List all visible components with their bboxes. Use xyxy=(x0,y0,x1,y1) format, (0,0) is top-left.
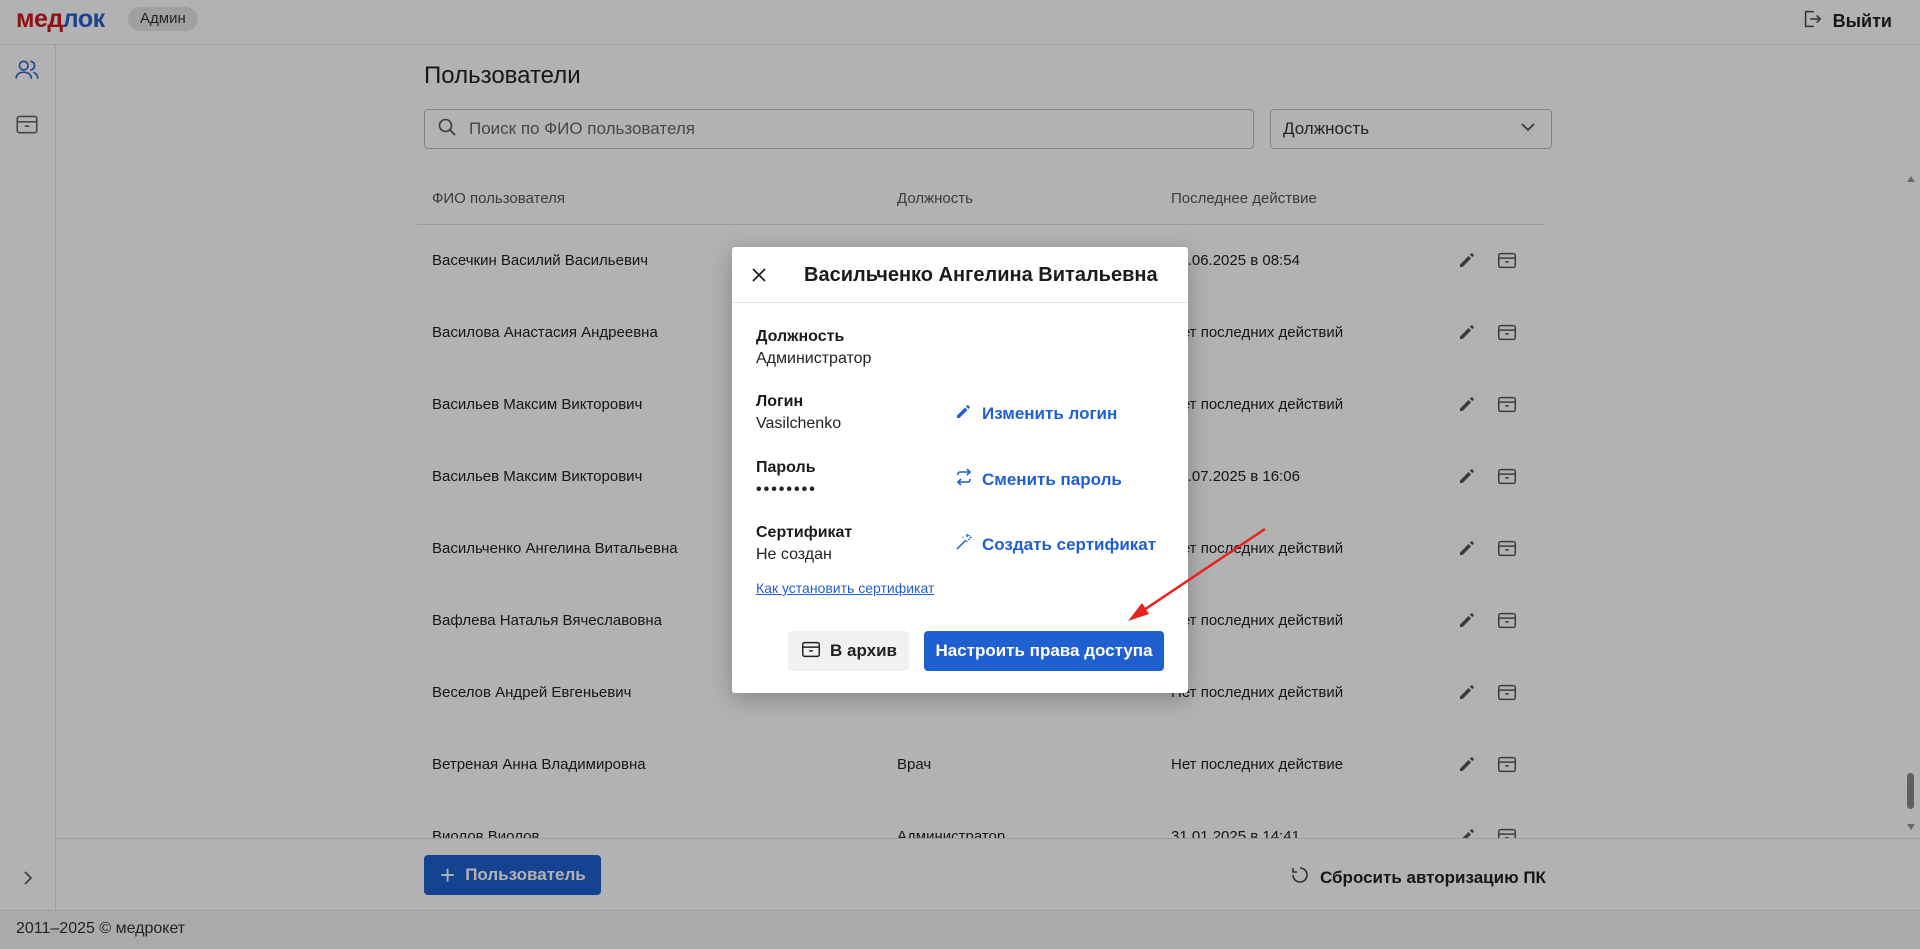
position-value: Администратор xyxy=(756,350,872,367)
change-login-button[interactable]: Изменить логин xyxy=(954,401,1117,426)
create-certificate-button[interactable]: Создать сертификат xyxy=(954,532,1156,557)
password-label: Пароль xyxy=(756,459,816,476)
password-value: •••••••• xyxy=(756,481,817,498)
archive-box-icon xyxy=(800,638,822,665)
close-modal-button[interactable] xyxy=(748,264,770,286)
modal-title: Васильченко Ангелина Витальевна xyxy=(804,264,1158,286)
change-login-label: Изменить логин xyxy=(982,403,1118,423)
certificate-label: Сертификат xyxy=(756,524,853,541)
close-icon xyxy=(748,268,770,290)
login-label: Логин xyxy=(756,393,804,410)
how-to-install-certificate-link[interactable]: Как установить сертификат xyxy=(756,580,934,596)
modal-header: Васильченко Ангелина Витальевна xyxy=(732,247,1188,303)
swap-arrows-icon xyxy=(954,467,974,492)
user-details-modal: Васильченко Ангелина Витальевна Должност… xyxy=(732,247,1188,693)
login-value: Vasilchenko xyxy=(756,415,842,432)
pencil-icon xyxy=(954,401,974,426)
change-password-button[interactable]: Сменить пароль xyxy=(954,467,1122,492)
certificate-value: Не создан xyxy=(756,546,832,563)
archive-button[interactable]: В архив xyxy=(788,631,909,671)
magic-wand-icon xyxy=(954,532,974,557)
configure-access-button[interactable]: Настроить права доступа xyxy=(924,631,1164,671)
archive-button-label: В архив xyxy=(830,641,897,660)
position-label: Должность xyxy=(756,328,845,345)
change-password-label: Сменить пароль xyxy=(982,469,1122,489)
create-certificate-label: Создать сертификат xyxy=(982,534,1157,554)
